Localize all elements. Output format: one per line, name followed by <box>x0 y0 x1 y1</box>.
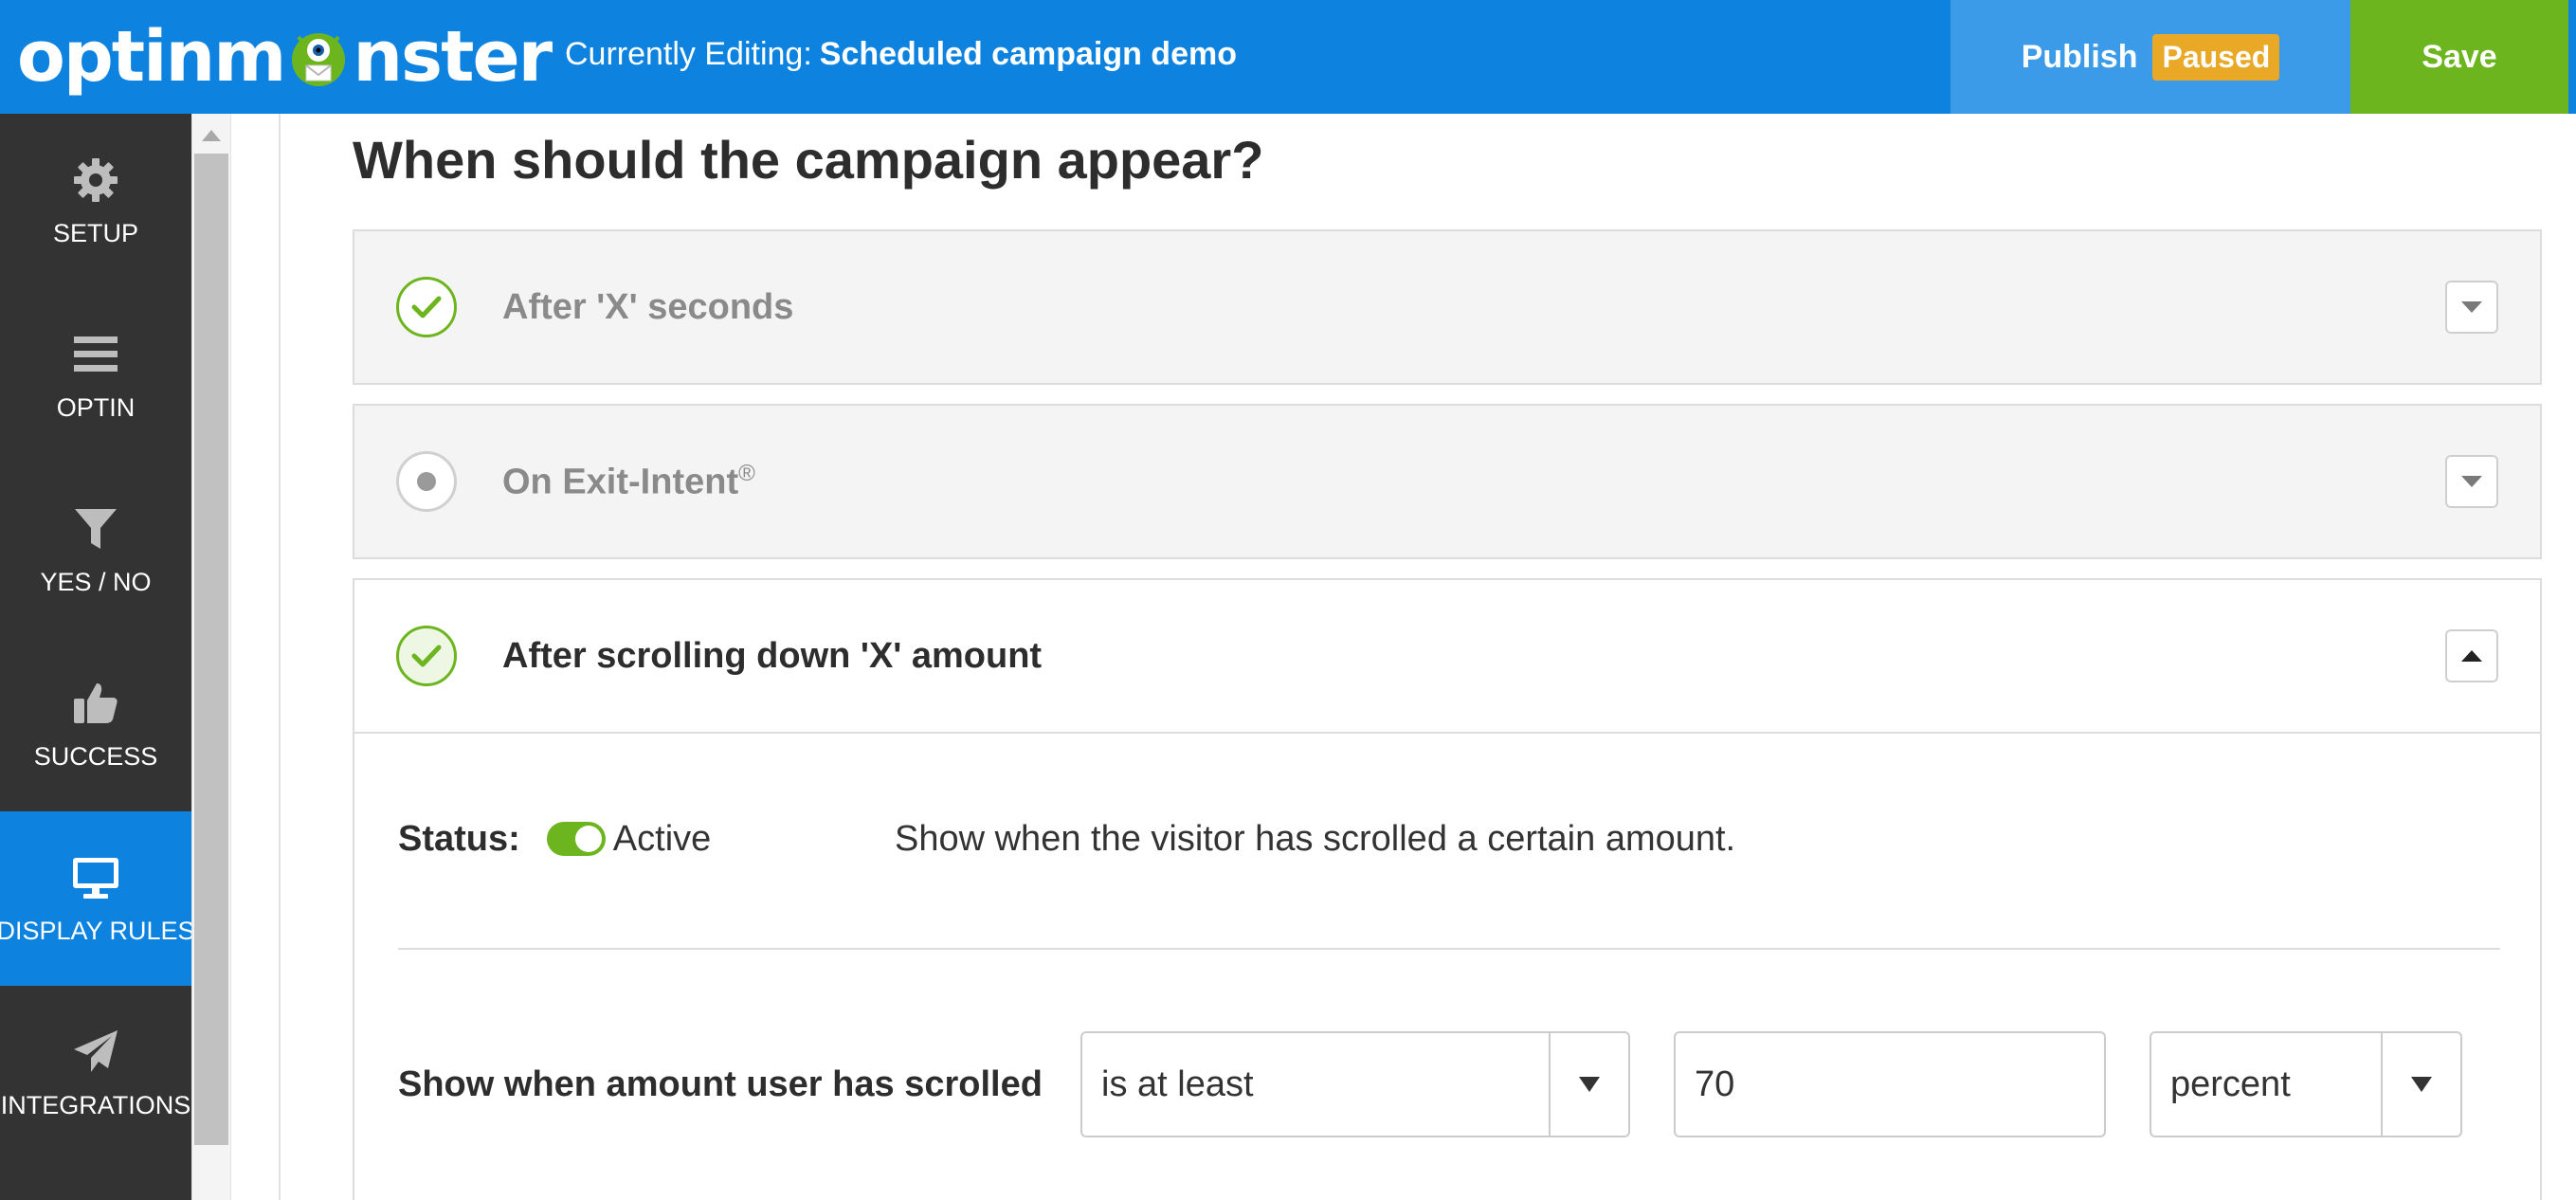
menu-icon <box>74 336 118 372</box>
unit-value: percent <box>2170 1064 2291 1104</box>
status-row: Status: Active <box>398 815 711 863</box>
thumbs-up-icon <box>74 682 118 723</box>
monitor-icon <box>73 857 118 899</box>
paper-plane-icon <box>74 1029 118 1072</box>
sidebar-item-success[interactable]: SUCCESS <box>0 637 191 811</box>
operator-value: is at least <box>1101 1064 1254 1104</box>
collapse-rule-button[interactable] <box>2445 629 2498 682</box>
rule-header-exit-intent[interactable]: On Exit-Intent® <box>354 406 2540 557</box>
sidebar-item-label: SETUP <box>52 218 139 247</box>
publish-label: Publish <box>2021 38 2138 75</box>
rule-panel-after-seconds: After 'X' seconds <box>353 229 2542 385</box>
rule-title-text: On Exit-Intent <box>502 462 739 502</box>
sidebar-scrollbar[interactable] <box>191 114 231 1200</box>
sidebar-item-yes-no[interactable]: YES / NO <box>0 463 191 637</box>
logo-text-right: nster <box>353 16 553 98</box>
sidebar-item-display-rules[interactable]: DISPLAY RULES <box>0 811 195 986</box>
sidebar-item-integrations[interactable]: INTEGRATIONS <box>0 986 191 1160</box>
rule-title: After 'X' seconds <box>502 286 794 327</box>
rule-enabled-indicator[interactable] <box>396 626 457 686</box>
currently-editing: Currently Editing: Scheduled campaign de… <box>565 0 1237 108</box>
rule-enabled-indicator[interactable] <box>396 277 457 337</box>
scroll-amount-input[interactable]: 70 <box>1674 1031 2106 1137</box>
sidebar-item-optin[interactable]: OPTIN <box>0 288 191 463</box>
save-button[interactable]: Save <box>2350 0 2568 114</box>
page-title: When should the campaign appear? <box>353 130 1264 190</box>
sidebar-item-label: YES / NO <box>40 567 152 596</box>
scroll-up-arrow-icon[interactable] <box>192 123 230 148</box>
rule-header-after-seconds[interactable]: After 'X' seconds <box>354 231 2540 383</box>
chevron-down-icon <box>2461 301 2482 313</box>
monster-mascot-icon <box>292 33 346 86</box>
sidebar-item-label: OPTIN <box>56 392 136 422</box>
dropdown-arrow-icon[interactable] <box>2381 1033 2460 1136</box>
condition-label: Show when amount user has scrolled <box>398 1064 1043 1104</box>
rule-panel-scroll-amount: After scrolling down 'X' amount <box>353 578 2542 734</box>
rule-body-scroll-amount: Status: Active Show when the visitor has… <box>353 734 2542 1200</box>
rule-disabled-indicator[interactable] <box>396 451 457 512</box>
sidebar-item-setup[interactable]: SETUP <box>0 114 191 288</box>
content-divider <box>279 114 281 1200</box>
optinmonster-logo[interactable]: optinm nster <box>17 16 553 98</box>
sidebar-item-label: SUCCESS <box>33 741 158 771</box>
unit-select[interactable]: percent <box>2150 1031 2462 1137</box>
status-toggle[interactable] <box>546 822 606 856</box>
rule-header-scroll-amount[interactable]: After scrolling down 'X' amount <box>354 580 2540 732</box>
sidebar: SETUP OPTIN YES / NO SUCCESS DISPLAY RUL… <box>0 114 195 1200</box>
operator-select[interactable]: is at least <box>1080 1031 1630 1137</box>
status-label: Status: <box>398 818 520 859</box>
registered-mark: ® <box>738 460 755 486</box>
scrollbar-thumb[interactable] <box>194 154 228 1145</box>
dropdown-arrow-icon[interactable] <box>1549 1033 1628 1136</box>
top-bar: optinm nster Currently Editing: Schedule… <box>0 0 2576 114</box>
rule-description: Show when the visitor has scrolled a cer… <box>895 818 1736 859</box>
checkmark-icon <box>411 645 442 667</box>
expand-rule-button[interactable] <box>2445 455 2498 508</box>
editing-prefix: Currently Editing: <box>565 35 812 72</box>
chevron-up-icon <box>2461 650 2482 662</box>
gear-icon <box>74 157 118 202</box>
sidebar-item-label: INTEGRATIONS <box>0 1090 191 1119</box>
status-badge: Paused <box>2152 33 2280 81</box>
expand-rule-button[interactable] <box>2445 281 2498 334</box>
rule-panel-exit-intent: On Exit-Intent® <box>353 404 2542 559</box>
section-divider <box>398 948 2500 950</box>
rule-title: On Exit-Intent® <box>502 461 755 503</box>
logo-text-left: optinm <box>17 16 286 98</box>
status-value: Active <box>612 818 712 859</box>
rule-title: After scrolling down 'X' amount <box>502 635 1043 676</box>
filter-icon <box>75 508 117 549</box>
sidebar-item-label: DISPLAY RULES <box>0 916 195 945</box>
chevron-down-icon <box>2461 476 2482 487</box>
checkmark-icon <box>411 296 442 318</box>
radio-dot-icon <box>417 472 436 491</box>
campaign-name: Scheduled campaign demo <box>819 35 1237 72</box>
toggle-knob <box>574 826 602 852</box>
publish-button[interactable]: Publish Paused <box>1950 0 2350 114</box>
